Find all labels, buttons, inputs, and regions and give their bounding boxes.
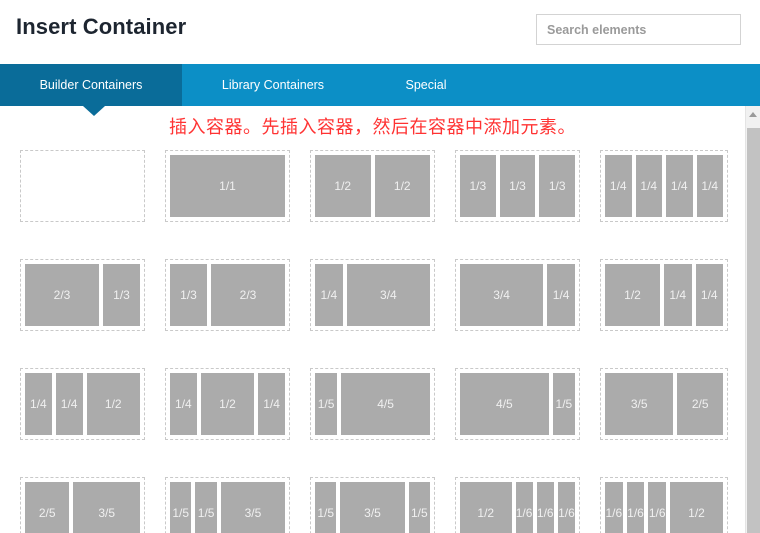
- container-column: 1/4: [258, 373, 285, 435]
- container-option-thirds[interactable]: 1/3 1/3 1/3: [455, 150, 580, 222]
- tab-library-containers[interactable]: Library Containers: [182, 64, 364, 106]
- container-column: 4/5: [460, 373, 549, 435]
- container-column: 1/3: [539, 155, 576, 217]
- container-column: 1/2: [86, 373, 140, 435]
- container-option-sixth-sixth-sixth-half[interactable]: 1/6 1/6 1/6 1/2: [600, 477, 728, 533]
- container-column: 1/5: [170, 482, 192, 533]
- container-option-empty[interactable]: [20, 150, 145, 222]
- container-column: 3/5: [220, 482, 286, 533]
- container-grid-row: 2/5 3/5 1/5 1/5 3/5 1/5 3/5 1/5 1/2 1/6 1/6 1/6 1/6 1…: [0, 471, 745, 533]
- container-column: 1/4: [315, 264, 343, 326]
- container-column: 3/5: [73, 482, 140, 533]
- container-column: 1/2: [315, 155, 371, 217]
- container-column: 2/3: [211, 264, 285, 326]
- container-column: 1/4: [547, 264, 575, 326]
- tab-label: Special: [405, 78, 447, 92]
- insert-container-dialog: Insert Container Builder Containers Libr…: [0, 0, 760, 533]
- container-option-fifth-fifth-three-fifths[interactable]: 1/5 1/5 3/5: [165, 477, 290, 533]
- vertical-scrollbar[interactable]: [745, 106, 760, 533]
- container-column: 1/4: [25, 373, 52, 435]
- container-column: 1/6: [557, 482, 576, 533]
- search-input[interactable]: [536, 14, 741, 45]
- container-column: 1/3: [499, 155, 536, 217]
- container-column: 1/4: [605, 155, 632, 217]
- container-option-two-thirds-third[interactable]: 2/3 1/3: [20, 259, 145, 331]
- container-column: 1/5: [195, 482, 217, 533]
- container-column: 1/3: [460, 155, 496, 217]
- tab-label: Library Containers: [221, 78, 325, 92]
- container-column: 1/5: [552, 373, 575, 435]
- container-column: 1/2: [460, 482, 512, 533]
- container-option-fifth-four-fifths[interactable]: 1/5 4/5: [310, 368, 435, 440]
- container-column: 1/4: [666, 155, 693, 217]
- page-title: Insert Container: [16, 14, 187, 39]
- container-column: 1/6: [648, 482, 667, 533]
- container-column: 1/1: [170, 155, 285, 217]
- container-option-quarter-half-quarter[interactable]: 1/4 1/2 1/4: [165, 368, 290, 440]
- container-grid-row: 2/3 1/3 1/3 2/3 1/4 3/4 3/4 1/4 1/2 1/4 1/4: [0, 253, 745, 362]
- container-option-quarter-quarter-half[interactable]: 1/4 1/4 1/2: [20, 368, 145, 440]
- container-column: 1/4: [664, 264, 692, 326]
- container-option-half-sixth-sixth-sixth[interactable]: 1/2 1/6 1/6 1/6: [455, 477, 580, 533]
- container-column: 1/6: [515, 482, 533, 533]
- dialog-header: Insert Container: [0, 0, 760, 64]
- container-column: 1/6: [536, 482, 554, 533]
- container-column: 4/5: [341, 373, 430, 435]
- container-column: 1/5: [315, 373, 338, 435]
- container-column: 3/4: [346, 264, 430, 326]
- container-option-four-fifths-fifth[interactable]: 4/5 1/5: [455, 368, 580, 440]
- annotation-text: 插入容器。先插入容器，然后在容器中添加元素。: [169, 117, 576, 138]
- container-layout-list: 插入容器。先插入容器，然后在容器中添加元素。 1/1 1/2 1/2 1/3 1/3 1/…: [0, 106, 745, 533]
- container-option-quarter-three-quarters[interactable]: 1/4 3/4: [310, 259, 435, 331]
- container-column: 1/2: [374, 155, 430, 217]
- container-option-third-two-thirds[interactable]: 1/3 2/3: [165, 259, 290, 331]
- container-column: 2/5: [677, 373, 723, 435]
- tab-builder-containers[interactable]: Builder Containers: [0, 64, 182, 106]
- container-column: 1/6: [626, 482, 645, 533]
- container-option-full[interactable]: 1/1: [165, 150, 290, 222]
- active-tab-pointer-icon: [83, 106, 105, 116]
- container-column: 3/4: [460, 264, 544, 326]
- container-column: 1/4: [55, 373, 83, 435]
- tab-label: Builder Containers: [39, 78, 143, 92]
- container-column: 1/3: [103, 264, 140, 326]
- container-column: 1/4: [170, 373, 197, 435]
- container-column: 3/5: [340, 482, 405, 533]
- tab-bar: Builder Containers Library Containers Sp…: [0, 64, 760, 116]
- container-column: 1/4: [696, 155, 723, 217]
- container-option-two-fifths-three-fifths[interactable]: 2/5 3/5: [20, 477, 145, 533]
- container-option-fifth-three-fifths-fifth[interactable]: 1/5 3/5 1/5: [310, 477, 435, 533]
- scroll-up-arrow-icon[interactable]: [746, 106, 760, 123]
- container-column: 2/5: [25, 482, 70, 533]
- container-option-half-half[interactable]: 1/2 1/2: [310, 150, 435, 222]
- container-column: 1/2: [200, 373, 255, 435]
- container-option-half-quarter-quarter[interactable]: 1/2 1/4 1/4: [600, 259, 728, 331]
- container-option-three-quarters-quarter[interactable]: 3/4 1/4: [455, 259, 580, 331]
- container-grid-row: 1/4 1/4 1/2 1/4 1/2 1/4 1/5 4/5 4/5 1/5 3/5 2/5: [0, 362, 745, 471]
- tab-special[interactable]: Special: [364, 64, 488, 106]
- container-column: 2/3: [25, 264, 99, 326]
- container-column: 1/5: [408, 482, 431, 533]
- container-column: 1/4: [635, 155, 662, 217]
- container-column: 1/2: [605, 264, 660, 326]
- container-grid: 1/1 1/2 1/2 1/3 1/3 1/3 1/4 1/4 1/4 1/4 2/3 1/3 1/3 2…: [0, 144, 745, 533]
- container-column: 1/3: [170, 264, 207, 326]
- container-option-three-fifths-two-fifths[interactable]: 3/5 2/5: [600, 368, 728, 440]
- container-grid-row: 1/1 1/2 1/2 1/3 1/3 1/3 1/4 1/4 1/4 1/4: [0, 144, 745, 253]
- container-column: 1/4: [695, 264, 723, 326]
- scrollbar-thumb[interactable]: [747, 128, 760, 533]
- container-column: 1/6: [605, 482, 623, 533]
- container-column: 1/5: [315, 482, 337, 533]
- container-column: 1/2: [670, 482, 724, 533]
- container-option-quarters[interactable]: 1/4 1/4 1/4 1/4: [600, 150, 728, 222]
- container-column: 3/5: [605, 373, 674, 435]
